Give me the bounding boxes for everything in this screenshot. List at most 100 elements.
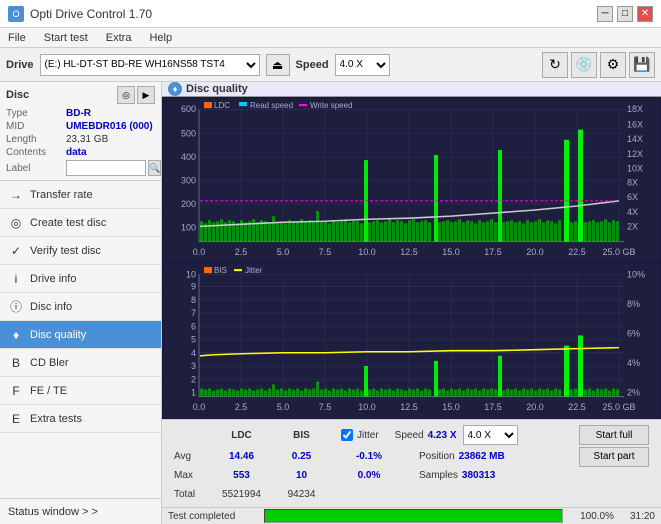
sidebar-item-drive-info[interactable]: i Drive info	[0, 265, 161, 293]
fe-te-icon: F	[8, 383, 24, 399]
cd-bler-icon: B	[8, 355, 24, 371]
svg-text:7.5: 7.5	[319, 247, 332, 257]
start-full-button[interactable]: Start full	[579, 425, 649, 445]
avg-row-label: Avg	[174, 451, 209, 462]
svg-text:200: 200	[181, 199, 196, 209]
svg-text:2.5: 2.5	[235, 402, 247, 412]
status-window-button[interactable]: Status window > >	[0, 498, 161, 524]
ldc-col-header: LDC	[209, 430, 274, 441]
speed-select[interactable]: 4.0 X	[335, 54, 390, 76]
verify-test-disc-icon: ✓	[8, 243, 24, 259]
sidebar-item-verify-test-disc[interactable]: ✓ Verify test disc	[0, 237, 161, 265]
svg-text:3: 3	[191, 361, 196, 371]
jitter-checkbox[interactable]	[341, 429, 353, 441]
extra-tests-label: Extra tests	[30, 413, 82, 425]
svg-text:18X: 18X	[627, 104, 643, 114]
jitter-header: Jitter	[357, 430, 379, 441]
disc-icon-btn-1[interactable]: ◎	[117, 86, 135, 104]
drive-label: Drive	[6, 59, 34, 71]
progress-percent: 100.0%	[569, 511, 614, 522]
svg-text:600: 600	[181, 104, 196, 114]
type-value: BD-R	[66, 108, 91, 119]
close-button[interactable]: ✕	[637, 6, 653, 22]
disc-label-btn[interactable]: 🔍	[148, 160, 161, 176]
ldc-chart: 600 500 400 300 200 100 18X 16X 14X 12X …	[164, 99, 659, 262]
svg-text:9: 9	[191, 282, 196, 292]
transfer-rate-icon: →	[8, 187, 24, 203]
charts-container: 600 500 400 300 200 100 18X 16X 14X 12X …	[162, 97, 661, 419]
max-row-label: Max	[174, 470, 209, 481]
svg-text:7.5: 7.5	[319, 402, 331, 412]
save-button[interactable]: 💾	[629, 52, 655, 78]
content-area: ♦ Disc quality	[162, 82, 661, 524]
total-bis: 94234	[274, 489, 329, 500]
create-test-disc-icon: ◎	[8, 215, 24, 231]
disc-quality-label: Disc quality	[30, 329, 86, 341]
svg-text:4X: 4X	[627, 207, 638, 217]
svg-text:100: 100	[181, 223, 196, 233]
svg-text:2: 2	[191, 374, 196, 384]
cd-icon-button[interactable]: 💿	[571, 52, 597, 78]
svg-text:Read speed: Read speed	[250, 101, 293, 110]
status-text: Test completed	[168, 511, 258, 522]
svg-text:8: 8	[191, 295, 196, 305]
svg-text:10.0: 10.0	[358, 402, 375, 412]
start-buttons: Start full	[579, 425, 649, 445]
app-icon: O	[8, 6, 24, 22]
status-window-label: Status window > >	[8, 506, 98, 518]
svg-text:6%: 6%	[627, 329, 640, 339]
svg-text:10X: 10X	[627, 164, 643, 174]
sidebar-item-create-test-disc[interactable]: ◎ Create test disc	[0, 209, 161, 237]
minimize-button[interactable]: ─	[597, 6, 613, 22]
drive-select[interactable]: (E:) HL-DT-ST BD-RE WH16NS58 TST4	[40, 54, 260, 76]
window-controls: ─ □ ✕	[597, 6, 653, 22]
settings-icon-button[interactable]: ⚙	[600, 52, 626, 78]
svg-text:LDC: LDC	[214, 101, 230, 110]
avg-jitter: -0.1%	[329, 451, 409, 462]
contents-value: data	[66, 147, 87, 158]
menu-start-test[interactable]: Start test	[40, 32, 92, 44]
total-ldc: 5521994	[209, 489, 274, 500]
sidebar-item-extra-tests[interactable]: E Extra tests	[0, 405, 161, 433]
svg-text:4%: 4%	[627, 358, 640, 368]
position-value: 23862 MB	[459, 451, 505, 462]
stats-bar: LDC BIS Jitter Speed 4.23 X 4.0 X Start …	[162, 419, 661, 507]
svg-text:12X: 12X	[627, 149, 643, 159]
svg-text:300: 300	[181, 176, 196, 186]
avg-bis: 0.25	[274, 451, 329, 462]
menu-help[interactable]: Help	[145, 32, 176, 44]
svg-text:22.5: 22.5	[568, 247, 586, 257]
main-layout: Disc ◎ ▶ Type BD-R MID UMEBDR016 (000) L…	[0, 82, 661, 524]
menu-file[interactable]: File	[4, 32, 30, 44]
svg-text:BIS: BIS	[214, 266, 227, 275]
speed-stats-select[interactable]: 4.0 X	[463, 425, 518, 445]
svg-text:8X: 8X	[627, 178, 638, 188]
disc-quality-header: ♦ Disc quality	[162, 82, 661, 97]
refresh-button[interactable]: ↻	[542, 52, 568, 78]
mid-value: UMEBDR016 (000)	[66, 121, 153, 132]
sidebar-item-transfer-rate[interactable]: → Transfer rate	[0, 181, 161, 209]
svg-text:2.5: 2.5	[235, 247, 248, 257]
svg-text:0.0: 0.0	[193, 247, 206, 257]
sidebar-item-disc-info[interactable]: ⓘ Disc info	[0, 293, 161, 321]
disc-label-input[interactable]	[66, 160, 146, 176]
sidebar-item-cd-bler[interactable]: B CD Bler	[0, 349, 161, 377]
svg-text:15.0: 15.0	[442, 402, 459, 412]
progress-track	[264, 509, 563, 523]
progress-fill	[265, 510, 562, 522]
menu-extra[interactable]: Extra	[102, 32, 136, 44]
svg-text:12.5: 12.5	[400, 247, 418, 257]
bis-chart-svg: 10 9 8 7 6 5 4 3 2 1 10% 8% 6% 4% 2%	[164, 264, 659, 417]
svg-text:2X: 2X	[627, 222, 638, 232]
eject-button[interactable]: ⏏	[266, 54, 290, 76]
start-part-button[interactable]: Start part	[579, 447, 649, 467]
maximize-button[interactable]: □	[617, 6, 633, 22]
bis-col-header: BIS	[274, 430, 329, 441]
label-label: Label	[6, 163, 66, 174]
disc-icon-btn-2[interactable]: ▶	[137, 86, 155, 104]
svg-text:16X: 16X	[627, 120, 643, 130]
position-label: Position	[419, 451, 455, 462]
progress-time: 31:20	[620, 511, 655, 522]
sidebar-item-disc-quality[interactable]: ♦ Disc quality	[0, 321, 161, 349]
sidebar-item-fe-te[interactable]: F FE / TE	[0, 377, 161, 405]
